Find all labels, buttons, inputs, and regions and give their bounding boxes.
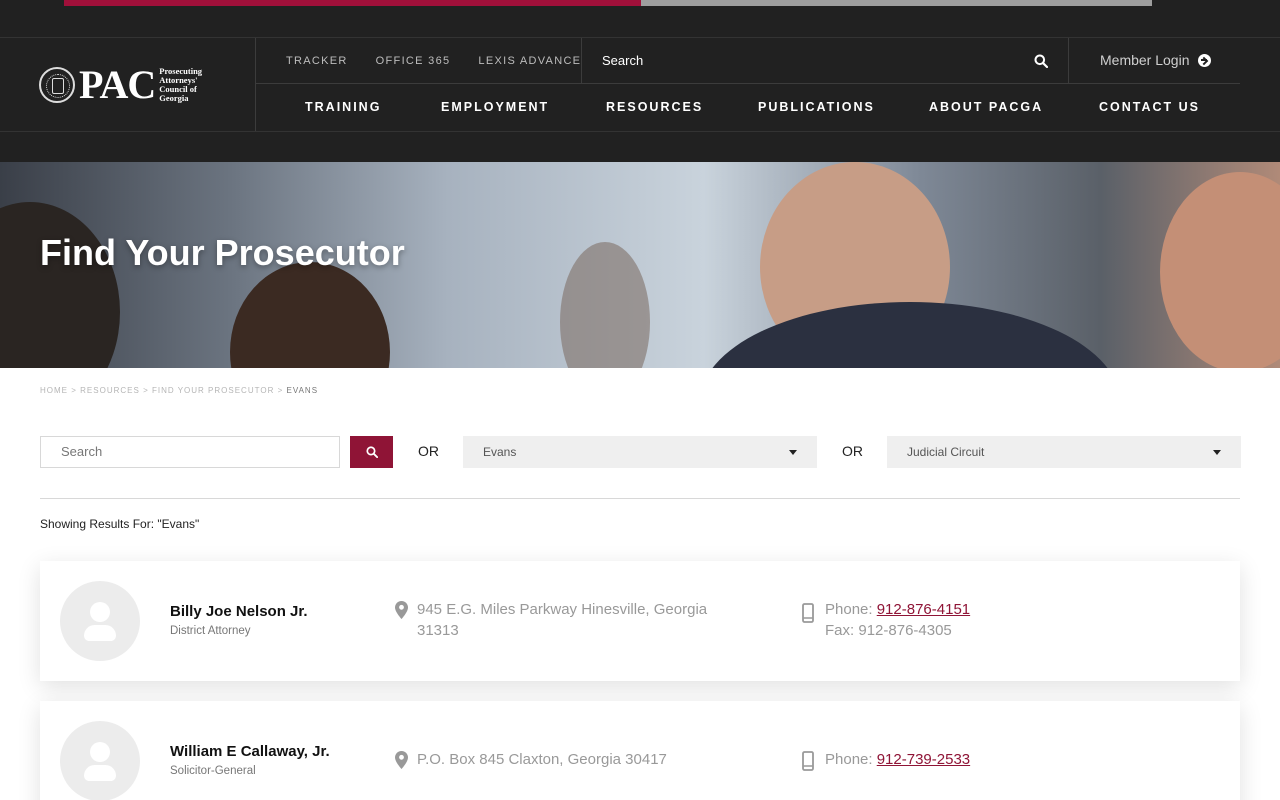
user-placeholder-icon-body	[84, 625, 116, 641]
nav-item-publications[interactable]: PUBLICATIONS	[758, 100, 875, 114]
nav-item-employment[interactable]: EMPLOYMENT	[441, 100, 549, 114]
prosecutor-role: District Attorney	[170, 625, 251, 637]
member-login-link[interactable]: Member Login	[1100, 52, 1211, 68]
nav-item-training[interactable]: TRAINING	[305, 100, 381, 114]
utility-nav: TRACKER OFFICE 365 LEXIS ADVANCE	[286, 38, 581, 84]
county-select-value: Evans	[483, 445, 517, 459]
nav-item-about-pacga[interactable]: ABOUT PACGA	[929, 100, 1043, 114]
map-pin-icon	[395, 601, 408, 619]
prosecutor-name: William E Callaway, Jr.	[170, 743, 330, 760]
hero-photo-person	[230, 262, 390, 368]
breadcrumb-current: EVANS	[286, 386, 319, 395]
header-search-input[interactable]: Search	[581, 38, 1069, 84]
hero-photo-person	[0, 202, 120, 368]
reading-progress-bar	[64, 0, 1152, 6]
utility-link-tracker[interactable]: TRACKER	[286, 55, 348, 67]
utility-link-lexis-advance[interactable]: LEXIS ADVANCE	[478, 55, 581, 67]
judicial-circuit-select-value: Judicial Circuit	[907, 445, 985, 459]
prosecutor-address: 945 E.G. Miles Parkway Hinesville, Georg…	[417, 601, 708, 639]
search-icon[interactable]	[1034, 54, 1048, 68]
logo-subtitle: Prosecuting Attorneys' Council of Georgi…	[159, 65, 203, 103]
user-placeholder-icon-body	[84, 765, 116, 781]
utility-bar: TRACKER OFFICE 365 LEXIS ADVANCE Search …	[256, 38, 1240, 84]
search-icon	[365, 446, 378, 458]
nav-item-resources[interactable]: RESOURCES	[606, 100, 703, 114]
or-label: OR	[418, 443, 439, 459]
user-placeholder-icon	[90, 602, 110, 622]
top-strip	[0, 0, 1280, 37]
breadcrumb-home[interactable]: HOME	[40, 386, 68, 395]
nav-item-contact-us[interactable]: CONTACT US	[1099, 100, 1200, 114]
member-login-label: Member Login	[1100, 52, 1190, 68]
breadcrumb-find-your-prosecutor[interactable]: FIND YOUR PROSECUTOR	[152, 386, 274, 395]
caret-down-icon	[789, 450, 797, 455]
site-logo[interactable]: PAC Prosecuting Attorneys' Council of Ge…	[39, 62, 239, 107]
prosecutor-contact: Phone: 912-876-4151 Fax: 912-876-4305	[825, 599, 970, 641]
logo-wordmark: PAC	[79, 61, 156, 107]
county-select[interactable]: Evans	[463, 436, 817, 468]
prosecutor-search-button[interactable]	[350, 436, 393, 468]
phone-label: Phone:	[825, 601, 873, 618]
user-placeholder-icon	[90, 742, 110, 762]
judicial-circuit-select[interactable]: Judicial Circuit	[887, 436, 1241, 468]
header-search-placeholder: Search	[602, 53, 644, 68]
hero-banner: Find Your Prosecutor	[0, 162, 1280, 368]
prosecutor-search-input[interactable]: Search	[40, 436, 340, 468]
prosecutor-card: Billy Joe Nelson Jr. District Attorney 9…	[40, 561, 1240, 681]
avatar	[60, 581, 140, 661]
phone-link[interactable]: 912-876-4151	[877, 601, 970, 618]
results-divider	[40, 498, 1240, 499]
page-title: Find Your Prosecutor	[40, 232, 405, 273]
prosecutor-search-placeholder: Search	[61, 444, 103, 459]
breadcrumb-separator: >	[277, 386, 284, 395]
fax-label: Fax:	[825, 622, 855, 639]
map-pin-icon	[395, 751, 408, 769]
phone-label: Phone:	[825, 751, 873, 768]
prosecutor-address: P.O. Box 845 Claxton, Georgia 30417	[417, 751, 667, 768]
prosecutor-contact: Phone: 912-739-2533	[825, 749, 970, 770]
prosecutor-card: William E Callaway, Jr. Solicitor-Genera…	[40, 701, 1240, 800]
header-divider-line	[0, 131, 1280, 132]
prosecutor-role: Solicitor-General	[170, 765, 256, 777]
phone-link[interactable]: 912-739-2533	[877, 751, 970, 768]
or-label: OR	[842, 443, 863, 459]
caret-down-icon	[1213, 450, 1221, 455]
breadcrumb-separator: >	[71, 386, 77, 395]
results-label: Showing Results For: "Evans"	[40, 517, 200, 531]
hero-photo-person	[700, 302, 1120, 368]
mobile-phone-icon	[802, 751, 814, 771]
hero-photo-person	[560, 242, 650, 368]
arrow-circle-right-icon	[1197, 53, 1211, 67]
hero-photo-person	[1160, 172, 1280, 368]
breadcrumb-separator: >	[143, 386, 149, 395]
breadcrumb: HOME > RESOURCES > FIND YOUR PROSECUTOR …	[40, 386, 318, 395]
site-header: PAC Prosecuting Attorneys' Council of Ge…	[0, 37, 1280, 162]
mobile-phone-icon	[802, 603, 814, 623]
avatar	[60, 721, 140, 800]
fax-number: 912-876-4305	[858, 622, 952, 639]
main-nav: TRAINING EMPLOYMENT RESOURCES PUBLICATIO…	[256, 85, 1240, 132]
utility-link-office365[interactable]: OFFICE 365	[376, 55, 451, 67]
prosecutor-name: Billy Joe Nelson Jr.	[170, 603, 308, 620]
breadcrumb-resources[interactable]: RESOURCES	[80, 386, 140, 395]
reading-progress-fill	[64, 0, 641, 6]
georgia-seal-icon	[39, 66, 75, 103]
